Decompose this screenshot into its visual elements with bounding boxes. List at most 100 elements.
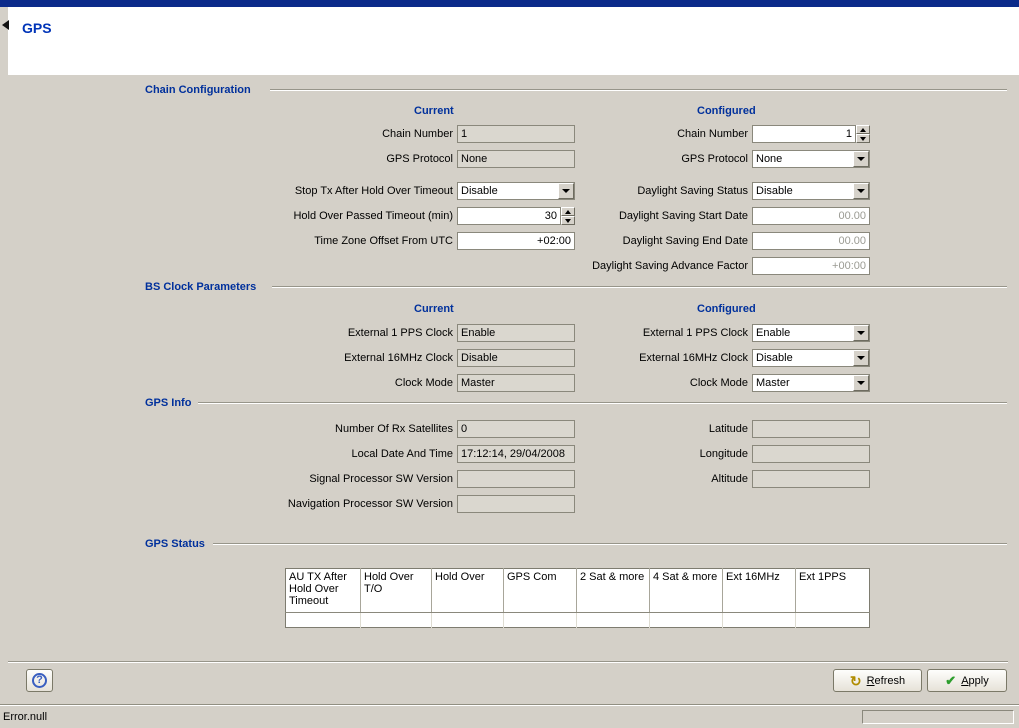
section-title-bs-clock: BS Clock Parameters: [145, 281, 256, 293]
dropdown-arrow-button[interactable]: [853, 375, 869, 391]
chain-number-configured-spinner: [856, 125, 870, 143]
chain-number-current-label: Chain Number: [245, 125, 453, 143]
section-divider: [270, 89, 1007, 91]
rx-satellites-label: Number Of Rx Satellites: [245, 420, 453, 438]
pps-configured-value: Enable: [756, 326, 790, 340]
stop-tx-label: Stop Tx After Hold Over Timeout: [245, 182, 453, 200]
gps-status-column-header: 4 Sat & more: [650, 569, 723, 613]
daylight-end-field: [752, 232, 870, 250]
nav-sw-field: [457, 495, 575, 513]
chevron-down-icon: [857, 381, 865, 385]
clock-mode-current-label: Clock Mode: [245, 374, 453, 392]
latitude-label: Latitude: [540, 420, 748, 438]
gps-status-column-header: Ext 16MHz: [723, 569, 796, 613]
longitude-field: [752, 445, 870, 463]
mhz16-configured-dropdown[interactable]: Disable: [752, 349, 870, 367]
chevron-down-icon: [857, 189, 865, 193]
pps-configured-label: External 1 PPS Clock: [540, 324, 748, 342]
table-cell: [577, 613, 650, 628]
altitude-field: [752, 470, 870, 488]
apply-icon: ✔: [945, 674, 956, 687]
gps-status-empty-row: [286, 613, 870, 628]
gps-protocol-configured-label: GPS Protocol: [540, 150, 748, 168]
spinner-up-button[interactable]: [856, 125, 870, 134]
pps-configured-dropdown[interactable]: Enable: [752, 324, 870, 342]
statusbar-panel: [862, 710, 1014, 724]
column-header-configured: Configured: [697, 105, 756, 117]
footer-divider: [8, 661, 1008, 663]
local-datetime-label: Local Date And Time: [245, 445, 453, 463]
help-icon: ?: [32, 673, 47, 688]
gps-status-column-header: Hold Over: [432, 569, 504, 613]
gps-status-column-header: Ext 1PPS: [796, 569, 870, 613]
chevron-down-icon: [857, 331, 865, 335]
gps-protocol-configured-dropdown[interactable]: None: [752, 150, 870, 168]
gps-status-column-header: 2 Sat & more: [577, 569, 650, 613]
help-button[interactable]: ?: [26, 669, 53, 692]
window-titlebar: [0, 0, 1019, 7]
gps-status-table: AU TX After Hold Over Timeout Hold Over …: [285, 568, 870, 628]
refresh-icon: ↻: [850, 674, 862, 688]
dropdown-arrow-button[interactable]: [853, 151, 869, 167]
refresh-button-label: Refresh: [867, 675, 906, 687]
chevron-down-icon: [857, 356, 865, 360]
mhz16-configured-value: Disable: [756, 351, 793, 365]
column-header-current: Current: [414, 105, 454, 117]
clock-mode-configured-label: Clock Mode: [540, 374, 748, 392]
section-divider: [213, 543, 1007, 545]
longitude-label: Longitude: [540, 445, 748, 463]
gps-protocol-configured-value: None: [756, 152, 782, 166]
mhz16-configured-label: External 16MHz Clock: [540, 349, 748, 367]
clock-mode-configured-dropdown[interactable]: Master: [752, 374, 870, 392]
gps-status-column-header: AU TX After Hold Over Timeout: [286, 569, 361, 613]
daylight-start-label: Daylight Saving Start Date: [540, 207, 748, 225]
tz-offset-label: Time Zone Offset From UTC: [245, 232, 453, 250]
gps-page: GPS Chain Configuration Current Configur…: [0, 0, 1019, 728]
section-divider: [272, 286, 1007, 288]
dropdown-arrow-button[interactable]: [853, 350, 869, 366]
statusbar-message: Error.null: [3, 711, 47, 723]
clock-mode-configured-value: Master: [756, 376, 790, 390]
triangle-down-icon: [860, 137, 866, 141]
section-title-chain-configuration: Chain Configuration: [145, 84, 251, 96]
chain-number-configured-input[interactable]: [752, 125, 856, 143]
signal-sw-label: Signal Processor SW Version: [245, 470, 453, 488]
section-divider: [198, 402, 1007, 404]
dropdown-arrow-button[interactable]: [853, 325, 869, 341]
column-header-configured: Configured: [697, 303, 756, 315]
spinner-down-button[interactable]: [856, 134, 870, 143]
table-cell: [504, 613, 577, 628]
latitude-field: [752, 420, 870, 438]
pps-current-label: External 1 PPS Clock: [245, 324, 453, 342]
mhz16-current-label: External 16MHz Clock: [245, 349, 453, 367]
gps-status-column-header: GPS Com: [504, 569, 577, 613]
refresh-button[interactable]: ↻ Refresh: [833, 669, 922, 692]
nav-sw-label: Navigation Processor SW Version: [245, 495, 453, 513]
table-cell: [361, 613, 432, 628]
daylight-advance-field: [752, 257, 870, 275]
table-cell: [723, 613, 796, 628]
daylight-advance-label: Daylight Saving Advance Factor: [540, 257, 748, 275]
page-title: GPS: [22, 20, 52, 36]
chevron-down-icon: [857, 157, 865, 161]
table-cell: [286, 613, 361, 628]
dropdown-arrow-button[interactable]: [853, 183, 869, 199]
table-cell: [650, 613, 723, 628]
chain-number-configured-label: Chain Number: [540, 125, 748, 143]
apply-button[interactable]: ✔ Apply: [927, 669, 1007, 692]
collapse-panel-icon[interactable]: [2, 20, 9, 30]
daylight-status-label: Daylight Saving Status: [540, 182, 748, 200]
gps-status-column-header: Hold Over T/O: [361, 569, 432, 613]
triangle-up-icon: [860, 128, 866, 132]
daylight-status-value: Disable: [756, 184, 793, 198]
table-cell: [432, 613, 504, 628]
stop-tx-dropdown-value: Disable: [461, 184, 498, 198]
gps-status-header-row: AU TX After Hold Over Timeout Hold Over …: [286, 569, 870, 613]
daylight-status-dropdown[interactable]: Disable: [752, 182, 870, 200]
section-title-gps-status: GPS Status: [145, 538, 205, 550]
daylight-start-field: [752, 207, 870, 225]
apply-button-label: Apply: [961, 675, 989, 687]
hold-over-timeout-label: Hold Over Passed Timeout (min): [245, 207, 453, 225]
table-cell: [796, 613, 870, 628]
statusbar: Error.null: [0, 705, 1019, 728]
